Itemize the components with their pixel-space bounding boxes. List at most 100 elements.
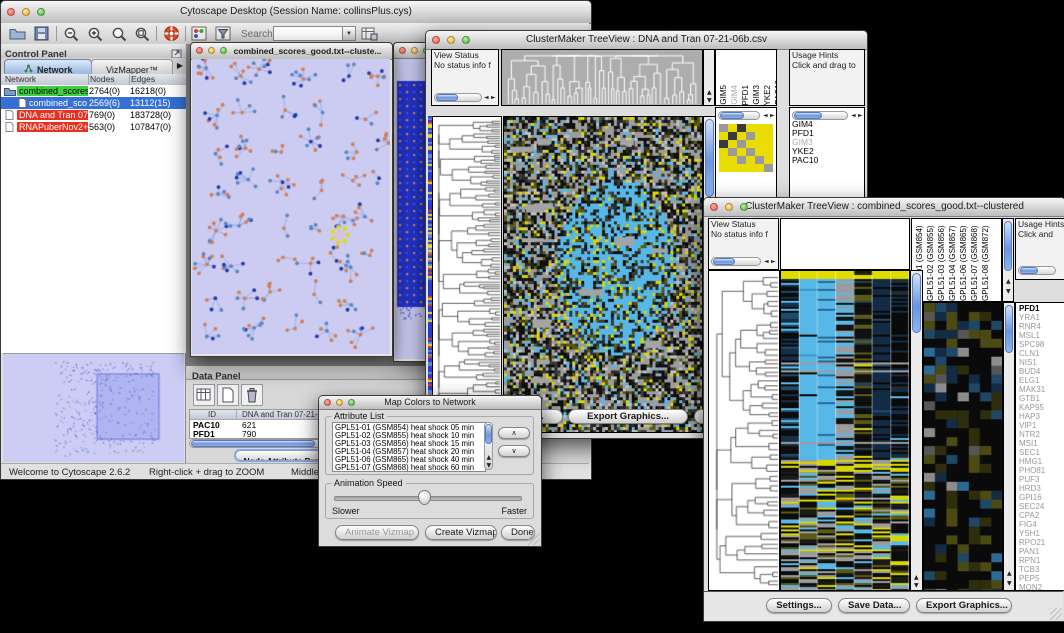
gene-label[interactable]: PAN1 <box>1019 547 1064 556</box>
close-button[interactable] <box>432 36 440 44</box>
tv1-dendro-vscrollbar[interactable]: ▲▼ <box>703 49 715 106</box>
tv1-genes-hscrollbar[interactable] <box>792 111 848 120</box>
column-label[interactable]: GIM3 <box>752 85 761 105</box>
network-row-selected[interactable]: combined_sco 2569(6) 13112(15) <box>1 97 186 109</box>
column-label[interactable]: GPL51-07 (GSM868) <box>970 221 979 301</box>
column-label[interactable]: GPL51-04 (GSM857) <box>948 221 957 301</box>
resize-grip[interactable] <box>1050 608 1062 620</box>
close-button[interactable] <box>7 8 15 16</box>
main-title-bar[interactable]: Cytoscape Desktop (Session Name: collins… <box>1 1 591 24</box>
tv1-selected-cluster-matrix[interactable] <box>719 124 773 172</box>
tab-network[interactable]: Network <box>4 59 92 75</box>
animate-vizmap-button[interactable]: Animate Vizmap <box>335 525 419 540</box>
column-label[interactable]: PFD1 <box>741 85 750 105</box>
close-button[interactable] <box>710 203 718 211</box>
minimize-button[interactable] <box>411 47 418 54</box>
tv1-heatmap[interactable] <box>503 116 703 433</box>
gene-label[interactable]: PAC10 <box>792 156 864 165</box>
gene-label[interactable]: PFD1 <box>1019 304 1064 313</box>
gene-label[interactable]: SEC24 <box>1019 502 1064 511</box>
tv2-heatmap-vscrollbar[interactable]: ▲▼ <box>910 270 923 591</box>
zoom-button[interactable] <box>740 203 748 211</box>
gene-label[interactable]: RPN1 <box>1019 556 1064 565</box>
gene-label[interactable]: GTB1 <box>1019 394 1064 403</box>
tv2-column-dendrogram[interactable] <box>780 218 910 270</box>
column-label[interactable]: GPL51-02 (GSM855) <box>926 221 935 301</box>
minimize-button[interactable] <box>22 8 30 16</box>
close-button[interactable] <box>399 47 406 54</box>
search-input[interactable] <box>273 26 345 41</box>
gene-label[interactable]: YSH1 <box>1019 529 1064 538</box>
network-row-rnapuber[interactable]: RNAPuberNov2+ 563(0) 107847(0) <box>1 121 186 133</box>
gene-label[interactable]: RPO21 <box>1019 538 1064 547</box>
column-label[interactable]: GPL51-06 (GSM865) <box>959 221 968 301</box>
open-file-icon[interactable] <box>9 26 27 46</box>
zoom-button[interactable] <box>348 399 355 406</box>
gene-label[interactable]: MSL1 <box>1019 331 1064 340</box>
gene-label[interactable]: TCB3 <box>1019 565 1064 574</box>
save-icon[interactable] <box>34 26 49 46</box>
gene-label[interactable]: GPI16 <box>1019 493 1064 502</box>
gene-label[interactable]: YRA1 <box>1019 313 1064 322</box>
gene-label[interactable]: CPA2 <box>1019 511 1064 520</box>
tv1-column-dendrogram[interactable] <box>501 49 703 106</box>
tv1-sub-hscrollbar[interactable] <box>718 111 760 120</box>
attr-column-header[interactable]: DNA and Tran 07-21-06 <box>242 410 327 419</box>
create-vizmap-button[interactable]: Create Vizmap <box>425 525 497 540</box>
new-attribute-icon[interactable] <box>217 384 239 406</box>
gene-label[interactable]: RNR4 <box>1019 322 1064 331</box>
tab-vizmapper[interactable]: VizMapper™ <box>91 59 173 75</box>
tv1-row-dendrogram[interactable] <box>432 116 502 433</box>
gene-label[interactable]: HRD3 <box>1019 484 1064 493</box>
gene-label[interactable]: NTR2 <box>1019 430 1064 439</box>
col-nodes[interactable]: Nodes <box>90 74 115 84</box>
tv1-status-hscrollbar[interactable] <box>434 93 482 102</box>
minimize-button[interactable] <box>447 36 455 44</box>
column-label[interactable]: YKE2 <box>763 85 772 105</box>
id-column-header[interactable]: ID <box>208 410 216 419</box>
tv2-gene-list[interactable]: PFD1YRA1RNR4MSL1SPC98CLN1NIS1BUD4ELG1MAK… <box>1016 303 1064 591</box>
gene-label[interactable]: MAK31 <box>1019 385 1064 394</box>
attribute-list[interactable]: GPL51-01 (GSM854) heat shock 05 minGPL51… <box>332 422 486 472</box>
gene-label[interactable]: PHO81 <box>1019 466 1064 475</box>
birdseye-view[interactable] <box>3 353 184 462</box>
tv2-selected-heatmap[interactable] <box>923 302 1003 591</box>
column-label[interactable]: GPL51-03 (GSM856) <box>937 221 946 301</box>
tv2-selected-vscrollbar[interactable]: ▲▼ <box>1003 302 1015 591</box>
zoom-button[interactable] <box>220 47 227 54</box>
tv1-export-graphics-button[interactable]: Export Graphics... <box>568 409 688 424</box>
delete-attribute-icon[interactable] <box>241 384 263 406</box>
close-button[interactable] <box>196 47 203 54</box>
gene-label[interactable]: HAP3 <box>1019 412 1064 421</box>
gene-label[interactable]: BUD4 <box>1019 367 1064 376</box>
network-row-dna-tran[interactable]: DNA and Tran 07 769(0) 183728(0) <box>1 109 186 121</box>
zoom-button[interactable] <box>37 8 45 16</box>
close-button[interactable] <box>324 399 331 406</box>
tv2-status-hscrollbar[interactable] <box>711 257 761 266</box>
tv2-heatmap[interactable] <box>780 270 910 591</box>
network-row-combined-scores[interactable]: combined_scores 2764(0) 16218(0) <box>1 85 186 97</box>
minimize-button[interactable] <box>336 399 343 406</box>
col-network[interactable]: Network <box>5 74 36 84</box>
gene-label[interactable]: MON2 <box>1019 583 1064 591</box>
gene-label[interactable]: FIG4 <box>1019 520 1064 529</box>
gene-label[interactable]: NIS1 <box>1019 358 1064 367</box>
tv2-save-data-button[interactable]: Save Data... <box>838 598 910 613</box>
search-dropdown-button[interactable]: ▼ <box>342 26 356 41</box>
col-edges[interactable]: Edges <box>131 74 155 84</box>
resize-grip[interactable] <box>528 533 540 545</box>
gene-label[interactable]: SPC98 <box>1019 340 1064 349</box>
gene-label[interactable]: CLN1 <box>1019 349 1064 358</box>
tv2-row-dendrogram[interactable] <box>708 270 780 591</box>
minimize-button[interactable] <box>208 47 215 54</box>
gene-label[interactable]: VIP1 <box>1019 421 1064 430</box>
gene-label[interactable]: SEC1 <box>1019 448 1064 457</box>
gene-label[interactable]: KAP95 <box>1019 403 1064 412</box>
tab-overflow-arrow[interactable]: ▶ <box>177 61 183 70</box>
zoom-button[interactable] <box>462 36 470 44</box>
table-view-icon[interactable] <box>193 384 215 406</box>
move-up-button[interactable]: ∧ <box>498 427 530 439</box>
data-panel-hscrollbar[interactable] <box>189 439 321 448</box>
gene-label[interactable]: HMG1 <box>1019 457 1064 466</box>
tv2-collabel-vscrollbar[interactable]: ▲▼ <box>1002 218 1014 302</box>
